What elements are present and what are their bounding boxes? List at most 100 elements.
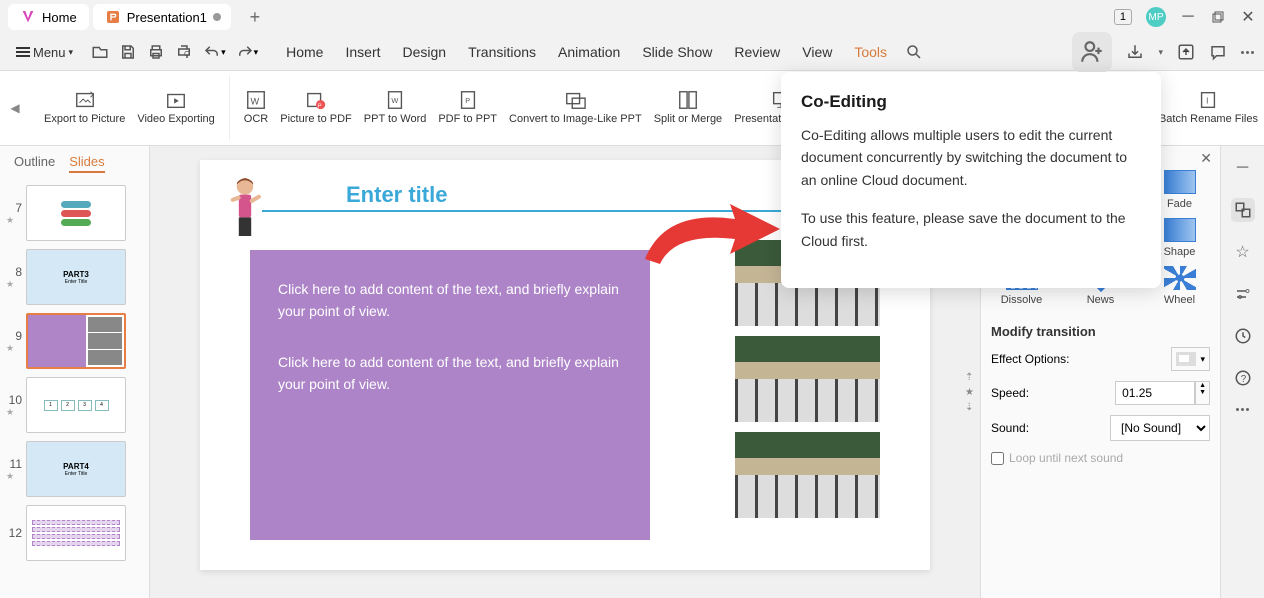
tooltip-p2: To use this feature, please save the doc… — [801, 207, 1141, 252]
effect-options-label: Effect Options: — [991, 352, 1070, 366]
convert-to-image-ppt[interactable]: Convert to Image-Like PPT — [503, 75, 648, 141]
window-count[interactable]: 1 — [1114, 9, 1132, 25]
chevron-down-icon: ▾ — [69, 47, 74, 58]
slide-thumb-10[interactable]: 10★ 1234 — [0, 373, 149, 437]
new-tab-button[interactable]: + — [243, 5, 267, 29]
redo-button[interactable]: ▾ — [236, 43, 259, 61]
wps-icon — [20, 9, 36, 25]
history-tool[interactable] — [1231, 324, 1255, 348]
open-icon[interactable] — [91, 43, 109, 61]
slide-list: 7★ 8★ PART3Enter Title 9★ 10★ 1234 11★ P… — [0, 181, 149, 565]
tab-home[interactable]: Home — [286, 44, 323, 60]
svg-text:W: W — [251, 97, 260, 107]
hamburger-icon — [16, 47, 30, 57]
close-button[interactable]: ✕ — [1240, 9, 1256, 25]
ppt-to-word[interactable]: WPPT to Word — [358, 75, 433, 141]
speed-up[interactable]: ▲ — [1196, 382, 1209, 389]
coediting-button[interactable] — [1072, 32, 1112, 72]
more-tools[interactable] — [1236, 408, 1249, 411]
slide-thumb-11[interactable]: 11★ PART4Enter Title — [0, 437, 149, 501]
side-toolbar: ─ ☆ ? — [1220, 146, 1264, 598]
pdf-to-ppt[interactable]: PPDF to PPT — [432, 75, 503, 141]
tab-review[interactable]: Review — [734, 44, 780, 60]
print-icon[interactable] — [147, 43, 165, 61]
slide-thumb-9[interactable]: 9★ — [0, 309, 149, 373]
tab-animation[interactable]: Animation — [558, 44, 620, 60]
content-box[interactable]: Click here to add content of the text, a… — [250, 250, 650, 540]
modify-transition-label: Modify transition — [991, 324, 1210, 339]
speed-label: Speed: — [991, 386, 1029, 400]
effect-options-button[interactable]: ▾ — [1171, 347, 1210, 371]
video-exporting[interactable]: Video Exporting — [131, 75, 220, 141]
titlebar-right: 1 MP ─ ✕ — [1114, 7, 1256, 27]
app-tabs: Home Presentation1 + — [8, 4, 267, 30]
svg-text:P: P — [465, 96, 470, 105]
main-menu-button[interactable]: Menu ▾ — [10, 41, 79, 64]
home-label: Home — [42, 10, 77, 25]
menubar-right: ▾ — [1072, 32, 1254, 72]
picture-to-pdf[interactable]: PPicture to PDF — [274, 75, 358, 141]
export-to-picture[interactable]: Export to Picture — [38, 75, 131, 141]
para-2: Click here to add content of the text, a… — [278, 351, 622, 396]
slide-image-2[interactable] — [735, 336, 880, 422]
svg-text:W: W — [391, 96, 398, 105]
settings-tool[interactable] — [1231, 282, 1255, 306]
svg-text:?: ? — [1240, 374, 1246, 385]
tooltip-p1: Co-Editing allows multiple users to edit… — [801, 124, 1141, 191]
tab-design[interactable]: Design — [403, 44, 447, 60]
slide-image-3[interactable] — [735, 432, 880, 518]
ribbon-scroll-left[interactable]: ◀ — [0, 71, 30, 145]
share-dropdown[interactable]: ▾ — [1158, 47, 1163, 58]
batch-rename-files[interactable]: IBatch Rename Files — [1153, 75, 1264, 141]
sound-label: Sound: — [991, 421, 1029, 435]
home-tab[interactable]: Home — [8, 4, 89, 30]
object-tool[interactable] — [1231, 198, 1255, 222]
slides-tab[interactable]: Slides — [69, 154, 104, 173]
speed-input[interactable] — [1115, 381, 1195, 405]
loop-label: Loop until next sound — [1009, 451, 1123, 465]
star-tool[interactable]: ☆ — [1231, 240, 1255, 264]
tab-transitions[interactable]: Transitions — [468, 44, 536, 60]
tab-modified-indicator[interactable] — [213, 13, 221, 21]
loop-checkbox[interactable] — [991, 452, 1004, 465]
slide-thumb-8[interactable]: 8★ PART3Enter Title — [0, 245, 149, 309]
para-1: Click here to add content of the text, a… — [278, 278, 622, 323]
ocr[interactable]: WOCR — [238, 75, 274, 141]
tab-tools[interactable]: Tools — [854, 44, 887, 60]
help-tool[interactable]: ? — [1231, 366, 1255, 390]
tab-slideshow[interactable]: Slide Show — [642, 44, 712, 60]
svg-text:I: I — [1207, 97, 1209, 106]
collapse-panel-button[interactable]: ─ — [1231, 156, 1255, 180]
split-or-merge[interactable]: Split or Merge — [648, 75, 728, 141]
panel-close[interactable]: ✕ — [1200, 150, 1212, 167]
svg-text:P: P — [318, 104, 322, 110]
upload-icon[interactable] — [1177, 43, 1195, 61]
maximize-button[interactable] — [1210, 9, 1226, 25]
slide-title[interactable]: Enter title — [346, 182, 447, 208]
print-preview-icon[interactable] — [175, 43, 193, 61]
search-icon[interactable] — [905, 43, 923, 61]
slides-panel: Outline Slides 7★ 8★ PART3Enter Title 9★… — [0, 146, 150, 598]
doc-tab[interactable]: Presentation1 — [93, 4, 231, 30]
sound-select[interactable]: [No Sound] — [1110, 415, 1210, 441]
outline-tab[interactable]: Outline — [14, 154, 55, 173]
slide-thumb-7[interactable]: 7★ — [0, 181, 149, 245]
menubar: Menu ▾ ▾ ▾ Home Insert Design Transition… — [0, 34, 1264, 70]
canvas-markers: ⇡★⇣ — [965, 372, 974, 413]
share-icon[interactable] — [1126, 43, 1144, 61]
menu-tabs: Home Insert Design Transitions Animation… — [286, 44, 887, 60]
tab-view[interactable]: View — [802, 44, 832, 60]
tab-insert[interactable]: Insert — [345, 44, 380, 60]
presentation-icon — [105, 9, 121, 25]
chat-icon[interactable] — [1209, 43, 1227, 61]
speed-down[interactable]: ▼ — [1196, 389, 1209, 396]
save-icon[interactable] — [119, 43, 137, 61]
undo-button[interactable]: ▾ — [203, 43, 226, 61]
quick-access-toolbar: ▾ ▾ — [91, 43, 258, 61]
annotation-arrow — [635, 194, 785, 274]
slide-thumb-12[interactable]: 12 — [0, 501, 149, 565]
user-avatar[interactable]: MP — [1146, 7, 1166, 27]
minimize-button[interactable]: ─ — [1180, 9, 1196, 25]
more-icon[interactable] — [1241, 51, 1254, 54]
coediting-icon — [1079, 39, 1105, 65]
